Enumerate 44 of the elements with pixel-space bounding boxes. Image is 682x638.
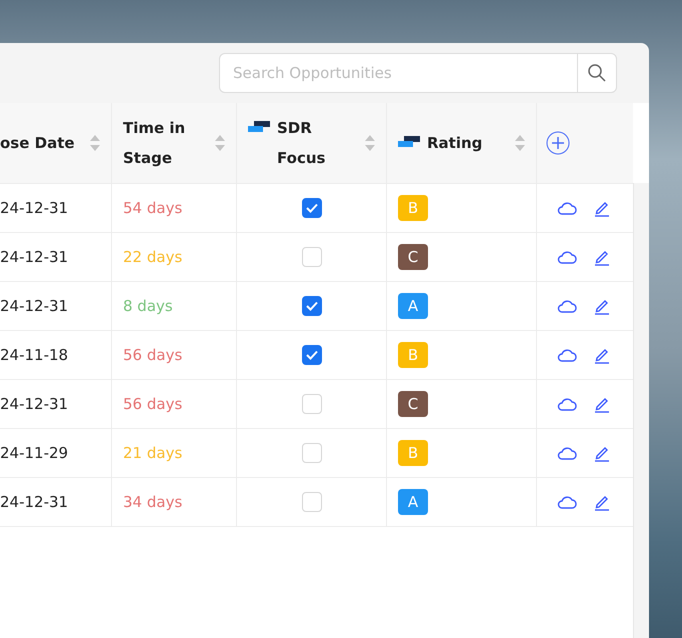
cloud-icon[interactable] bbox=[557, 495, 577, 509]
bars-icon bbox=[398, 136, 420, 147]
checkbox[interactable] bbox=[302, 345, 322, 365]
check-icon bbox=[304, 349, 318, 361]
column-header[interactable]: ose Date bbox=[0, 128, 75, 158]
cloud-icon[interactable] bbox=[557, 348, 577, 362]
column-header[interactable]: SDR Focus bbox=[277, 113, 364, 173]
days-text: 22 days bbox=[123, 248, 182, 266]
cloud-icon[interactable] bbox=[557, 299, 577, 313]
checkbox[interactable] bbox=[302, 296, 322, 316]
days-text: 56 days bbox=[123, 346, 182, 364]
add-icon[interactable] bbox=[546, 131, 570, 155]
search-button[interactable] bbox=[577, 53, 617, 93]
date-text: 24-12-31 bbox=[0, 493, 68, 511]
days-text: 54 days bbox=[123, 199, 182, 217]
date-text: 24-11-18 bbox=[0, 346, 68, 364]
rating-badge: B bbox=[398, 440, 428, 466]
search-field[interactable]: Search Opportunities bbox=[219, 53, 577, 93]
rating-badge: A bbox=[398, 489, 428, 515]
date-text: 24-12-31 bbox=[0, 297, 68, 315]
check-icon bbox=[304, 300, 318, 312]
rating-badge: C bbox=[398, 391, 428, 417]
column-header[interactable]: Rating bbox=[427, 128, 482, 158]
date-text: 24-12-31 bbox=[0, 395, 68, 413]
bars-icon bbox=[248, 121, 270, 132]
days-text: 56 days bbox=[123, 395, 182, 413]
cloud-icon[interactable] bbox=[557, 250, 577, 264]
column-header[interactable]: Time in Stage bbox=[123, 113, 211, 173]
cloud-icon[interactable] bbox=[557, 446, 577, 460]
rating-badge: B bbox=[398, 195, 428, 221]
cloud-icon[interactable] bbox=[557, 201, 577, 215]
rating-badge: B bbox=[398, 342, 428, 368]
cloud-icon[interactable] bbox=[557, 397, 577, 411]
rating-badge: C bbox=[398, 244, 428, 270]
check-icon bbox=[304, 202, 318, 214]
days-text: 21 days bbox=[123, 444, 182, 462]
days-text: 8 days bbox=[123, 297, 173, 315]
date-text: 24-11-29 bbox=[0, 444, 68, 462]
checkbox[interactable] bbox=[302, 198, 322, 218]
search-icon bbox=[587, 63, 607, 83]
rating-badge: A bbox=[398, 293, 428, 319]
days-text: 34 days bbox=[123, 493, 182, 511]
date-text: 24-12-31 bbox=[0, 248, 68, 266]
date-text: 24-12-31 bbox=[0, 199, 68, 217]
